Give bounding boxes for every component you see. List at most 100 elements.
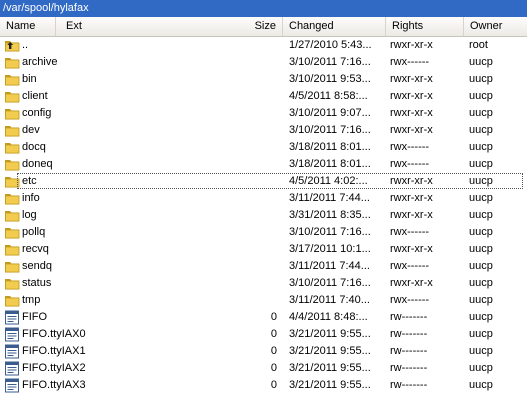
file-owner: uucp xyxy=(469,328,493,340)
file-changed: 3/18/2011 8:01... xyxy=(289,158,371,170)
file-owner: uucp xyxy=(469,56,493,68)
file-changed: 3/10/2011 9:07... xyxy=(289,107,371,119)
file-changed: 3/21/2011 9:55... xyxy=(289,362,371,374)
file-rights: rwx------ xyxy=(390,294,430,306)
file-row[interactable]: FIFO 0 4/4/2011 8:48:... rw------- uucp xyxy=(0,309,527,326)
file-changed: 3/18/2011 8:01... xyxy=(289,141,371,153)
file-rights: rw------- xyxy=(390,311,428,323)
fifo-file-icon xyxy=(4,343,20,360)
file-owner: uucp xyxy=(469,379,493,391)
file-row[interactable]: info 3/11/2011 7:44... rwxr-xr-x uucp xyxy=(0,190,527,207)
column-owner[interactable]: Owner xyxy=(464,17,527,36)
folder-icon xyxy=(4,224,20,241)
file-size: 0 xyxy=(270,362,277,374)
file-row[interactable]: doneq 3/18/2011 8:01... rwx------ uucp xyxy=(0,156,527,173)
file-row[interactable]: sendq 3/11/2011 7:44... rwx------ uucp xyxy=(0,258,527,275)
file-size xyxy=(200,292,277,309)
file-row[interactable]: recvq 3/17/2011 10:1... rwxr-xr-x uucp xyxy=(0,241,527,258)
file-size xyxy=(200,37,277,54)
file-size: 0 xyxy=(270,345,277,357)
file-size: 0 xyxy=(270,328,277,340)
file-row[interactable]: docq 3/18/2011 8:01... rwx------ uucp xyxy=(0,139,527,156)
file-row[interactable]: dev 3/10/2011 7:16... rwxr-xr-x uucp xyxy=(0,122,527,139)
path-bar[interactable]: /var/spool/hylafax xyxy=(0,0,527,17)
file-owner: uucp xyxy=(469,243,493,255)
file-size xyxy=(200,71,277,88)
file-changed: 3/31/2011 8:35... xyxy=(289,209,371,221)
file-owner: uucp xyxy=(469,192,493,204)
file-rights: rwxr-xr-x xyxy=(390,107,433,119)
file-row[interactable]: archive 3/10/2011 7:16... rwx------ uucp xyxy=(0,54,527,71)
file-row[interactable]: FIFO.ttyIAX1 0 3/21/2011 9:55... rw------- u… xyxy=(0,343,527,360)
file-row[interactable]: bin 3/10/2011 9:53... rwxr-xr-x uucp xyxy=(0,71,527,88)
column-rights-label: Rights xyxy=(392,20,424,32)
file-size xyxy=(200,122,277,139)
file-owner: uucp xyxy=(469,175,493,187)
file-rights: rwxr-xr-x xyxy=(390,39,433,51)
folder-icon xyxy=(4,241,20,258)
column-changed-label: Changed xyxy=(289,20,334,32)
column-name[interactable]: Name xyxy=(0,17,56,36)
file-size xyxy=(200,139,277,156)
file-owner: uucp xyxy=(469,209,493,221)
file-row[interactable]: FIFO.ttyIAX2 0 3/21/2011 9:55... rw------- u… xyxy=(0,360,527,377)
file-rights: rw------- xyxy=(390,362,428,374)
folder-icon xyxy=(4,207,20,224)
column-size[interactable]: Size xyxy=(206,17,283,36)
folder-icon xyxy=(4,88,20,105)
file-changed: 3/21/2011 9:55... xyxy=(289,379,371,391)
file-owner: uucp xyxy=(469,107,493,119)
file-changed: 1/27/2010 5:43... xyxy=(289,39,372,51)
file-changed: 3/10/2011 7:16... xyxy=(289,56,371,68)
file-owner: uucp xyxy=(469,277,493,289)
file-row[interactable]: log 3/31/2011 8:35... rwxr-xr-x uucp xyxy=(0,207,527,224)
file-changed: 3/17/2011 10:1... xyxy=(289,243,371,255)
folder-icon xyxy=(4,122,20,139)
file-changed: 3/10/2011 7:16... xyxy=(289,124,371,136)
folder-icon xyxy=(4,292,20,309)
file-row[interactable]: .. 1/27/2010 5:43... rwxr-xr-x root xyxy=(0,37,527,54)
folder-icon xyxy=(4,54,20,71)
column-changed[interactable]: Changed xyxy=(283,17,386,36)
file-size xyxy=(200,54,277,71)
file-size xyxy=(200,190,277,207)
folder-icon xyxy=(4,190,20,207)
file-rights: rwxr-xr-x xyxy=(390,209,433,221)
file-row[interactable]: config 3/10/2011 9:07... rwxr-xr-x uucp xyxy=(0,105,527,122)
file-rights: rwxr-xr-x xyxy=(390,175,433,187)
file-row[interactable]: FIFO.ttyIAX0 0 3/21/2011 9:55... rw------- u… xyxy=(0,326,527,343)
file-changed: 3/11/2011 7:44... xyxy=(289,192,370,204)
column-rights[interactable]: Rights xyxy=(386,17,464,36)
file-row[interactable]: status 3/10/2011 7:16... rwxr-xr-x uucp xyxy=(0,275,527,292)
folder-icon xyxy=(4,275,20,292)
file-rights: rwx------ xyxy=(390,141,430,153)
file-size xyxy=(200,156,277,173)
file-size xyxy=(200,207,277,224)
file-changed: 3/10/2011 7:16... xyxy=(289,277,371,289)
file-row[interactable]: tmp 3/11/2011 7:40... rwx------ uucp xyxy=(0,292,527,309)
parent-folder-icon xyxy=(4,37,20,54)
file-owner: uucp xyxy=(469,311,493,323)
file-rights: rwx------ xyxy=(390,158,430,170)
file-row[interactable]: client 4/5/2011 8:58:... rwxr-xr-x uucp xyxy=(0,88,527,105)
file-owner: uucp xyxy=(469,226,493,238)
file-rights: rwxr-xr-x xyxy=(390,277,433,289)
file-row[interactable]: FIFO.ttyIAX3 0 3/21/2011 9:55... rw------- u… xyxy=(0,377,527,394)
fifo-file-icon xyxy=(4,377,20,394)
file-changed: 3/21/2011 9:55... xyxy=(289,328,371,340)
file-owner: uucp xyxy=(469,141,493,153)
file-rights: rw------- xyxy=(390,328,428,340)
folder-icon xyxy=(4,173,20,190)
file-changed: 3/10/2011 7:16... xyxy=(289,226,371,238)
file-changed: 4/5/2011 8:58:... xyxy=(289,90,368,102)
column-ext[interactable]: Ext xyxy=(56,17,206,36)
file-row[interactable]: etc 4/5/2011 4:02:... rwxr-xr-x uucp xyxy=(0,173,527,190)
column-header: Name Ext Size Changed Rights Owner xyxy=(0,17,527,37)
file-row[interactable]: pollq 3/10/2011 7:16... rwx------ uucp xyxy=(0,224,527,241)
file-rights: rwxr-xr-x xyxy=(390,90,433,102)
file-owner: uucp xyxy=(469,294,493,306)
folder-icon xyxy=(4,105,20,122)
file-rights: rwxr-xr-x xyxy=(390,73,433,85)
column-owner-label: Owner xyxy=(470,20,503,32)
file-owner: root xyxy=(469,39,488,51)
